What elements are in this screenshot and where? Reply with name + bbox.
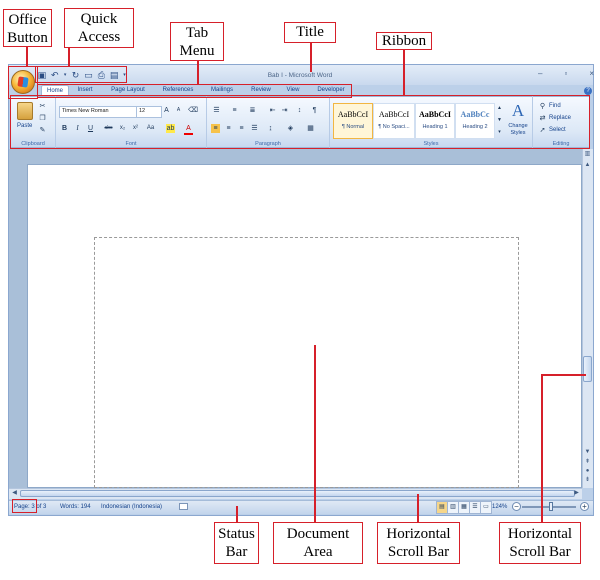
callout-title: Title [284,22,336,43]
callout-quick-access-text: Quick Access [77,11,121,45]
scroll-down-icon[interactable]: ▼ [583,448,592,457]
callout-document-area-text: Document Area [286,526,350,560]
callout-horizontal-scroll-bar: Horizontal Scroll Bar [377,522,460,564]
vscroll-connector-horizontal [541,374,586,376]
title-connector [310,42,312,72]
zoom-slider-thumb[interactable] [549,502,553,511]
horizontal-scroll-thumb[interactable] [20,490,575,497]
callout-tab-menu-text: Tab Menu [179,25,215,59]
status-bar-highlight [12,499,37,513]
vertical-scrollbar[interactable] [582,149,593,488]
language-indicator[interactable]: Indonesian (Indonesia) [101,503,162,511]
scroll-up-icon[interactable]: ▲ [583,161,592,170]
hscroll-connector [417,494,419,524]
document-area-connector [314,345,316,524]
zoom-level[interactable]: 124% [492,503,507,511]
office-logo-icon [17,76,29,88]
scroll-right-icon[interactable]: ▶ [572,489,581,498]
word-count[interactable]: Words: 194 [60,503,91,511]
browse-object-icon[interactable]: ● [583,467,592,476]
quick-access-highlight [35,66,127,83]
vertical-scroll-thumb[interactable] [583,356,592,382]
callout-document-area: Document Area [273,522,363,564]
quick-access-connector [68,46,70,67]
callout-vertical-scroll-bar: Horizontal Scroll Bar [499,522,581,564]
callout-vertical-scroll-bar-text: Horizontal Scroll Bar [507,526,573,560]
callout-ribbon-text: Ribbon [381,33,427,49]
scroll-left-icon[interactable]: ◀ [10,489,19,498]
callout-quick-access: Quick Access [64,8,134,48]
draft-icon[interactable]: ▭ [480,501,492,514]
callout-horizontal-scroll-bar-text: Horizontal Scroll Bar [386,526,451,560]
ruler-toggle-icon[interactable]: ▥ [583,150,592,159]
callout-title-text: Title [296,24,324,40]
text-boundary [94,237,519,488]
window-controls: – ▫ × [538,70,594,80]
callout-ribbon: Ribbon [376,32,432,50]
restore-icon[interactable]: ▫ [564,70,567,80]
office-button-connector [26,46,28,67]
ribbon-connector [403,49,405,96]
next-page-icon[interactable]: ⇟ [583,476,592,485]
tab-menu-connector [197,60,199,85]
minimize-icon[interactable]: – [538,70,542,80]
ribbon-highlight [10,95,590,149]
zoom-in-icon[interactable]: + [580,502,589,511]
help-icon[interactable]: ? [584,87,592,95]
vscroll-connector-vertical [541,374,543,524]
office-button[interactable] [11,70,35,94]
callout-status-bar: Status Bar [214,522,259,564]
callout-tab-menu: Tab Menu [170,22,224,61]
close-icon[interactable]: × [589,70,594,80]
zoom-out-icon[interactable]: − [512,502,521,511]
window-title: Bab I - Microsoft Word [267,72,333,79]
previous-page-icon[interactable]: ⇞ [583,458,592,467]
proofing-icon[interactable] [179,503,188,510]
callout-office-button: Office Button [3,9,52,47]
callout-status-bar-text: Status Bar [218,526,255,560]
callout-office-button-text: Office Button [7,12,48,46]
